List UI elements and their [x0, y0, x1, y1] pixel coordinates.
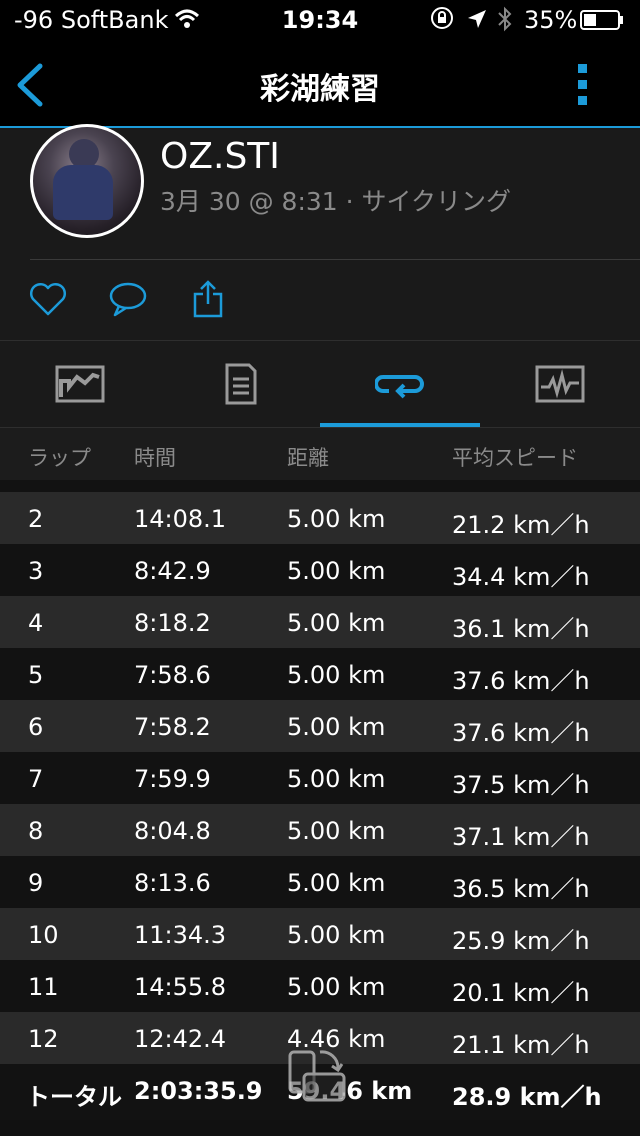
- avatar[interactable]: [30, 124, 144, 238]
- activity-header: OZ.STI 3月 30 @ 8:31 · サイクリング: [0, 124, 640, 340]
- tab-laps[interactable]: [320, 341, 480, 427]
- table-row: 8 8:04.8 5.00 km 37.1 km／h: [0, 804, 640, 856]
- location-icon: [468, 10, 486, 28]
- page-title: 彩湖練習: [260, 72, 380, 107]
- comment-icon[interactable]: [108, 280, 148, 318]
- header-lap: ラップ: [28, 446, 91, 470]
- battery-percent: 35%: [524, 6, 578, 34]
- chart-icon: [535, 365, 585, 403]
- tab-map[interactable]: [0, 341, 160, 427]
- table-row: 6 7:58.2 5.00 km 37.6 km／h: [0, 700, 640, 752]
- activity-tabs: [0, 340, 640, 428]
- table-row: 9 8:13.6 5.00 km 36.5 km／h: [0, 856, 640, 908]
- table-row: 3 8:42.9 5.00 km 34.4 km／h: [0, 544, 640, 596]
- status-bar: -96 SoftBank 19:34 35%: [0, 0, 640, 40]
- details-icon: [225, 363, 257, 405]
- table-row: 5 7:58.6 5.00 km 37.6 km／h: [0, 648, 640, 700]
- table-row: 2 14:08.1 5.00 km 21.2 km／h: [0, 492, 640, 544]
- laps-icon: [375, 375, 424, 399]
- header-avg-speed: 平均スピード: [452, 446, 578, 470]
- table-row: 10 11:34.3 5.00 km 25.9 km／h: [0, 908, 640, 960]
- rotation-lock-icon: [431, 7, 453, 29]
- divider: [30, 259, 640, 260]
- activity-meta: 3月 30 @ 8:31 · サイクリング: [160, 187, 512, 216]
- like-icon[interactable]: [28, 280, 68, 318]
- laps-table: 2 14:08.1 5.00 km 21.2 km／h 3 8:42.9 5.00 km 3…: [0, 492, 640, 1120]
- rotate-device-icon[interactable]: [286, 1046, 350, 1106]
- bluetooth-icon: [498, 6, 512, 32]
- laps-table-header: ラップ 時間 距離 平均スピード: [0, 428, 640, 480]
- table-row: 7 7:59.9 5.00 km 37.5 km／h: [0, 752, 640, 804]
- vertical-ellipsis-icon[interactable]: [576, 62, 590, 108]
- table-row: 11 14:55.8 5.00 km 20.1 km／h: [0, 960, 640, 1012]
- header-distance: 距離: [287, 446, 329, 470]
- map-icon: [55, 365, 105, 403]
- username[interactable]: OZ.STI: [160, 136, 280, 177]
- nav-bar: 彩湖練習: [0, 40, 640, 128]
- tab-chart[interactable]: [480, 341, 640, 427]
- share-icon[interactable]: [190, 280, 230, 318]
- table-row: 4 8:18.2 5.00 km 36.1 km／h: [0, 596, 640, 648]
- battery-icon: [580, 10, 623, 30]
- tab-details[interactable]: [160, 341, 320, 427]
- header-time: 時間: [134, 446, 176, 470]
